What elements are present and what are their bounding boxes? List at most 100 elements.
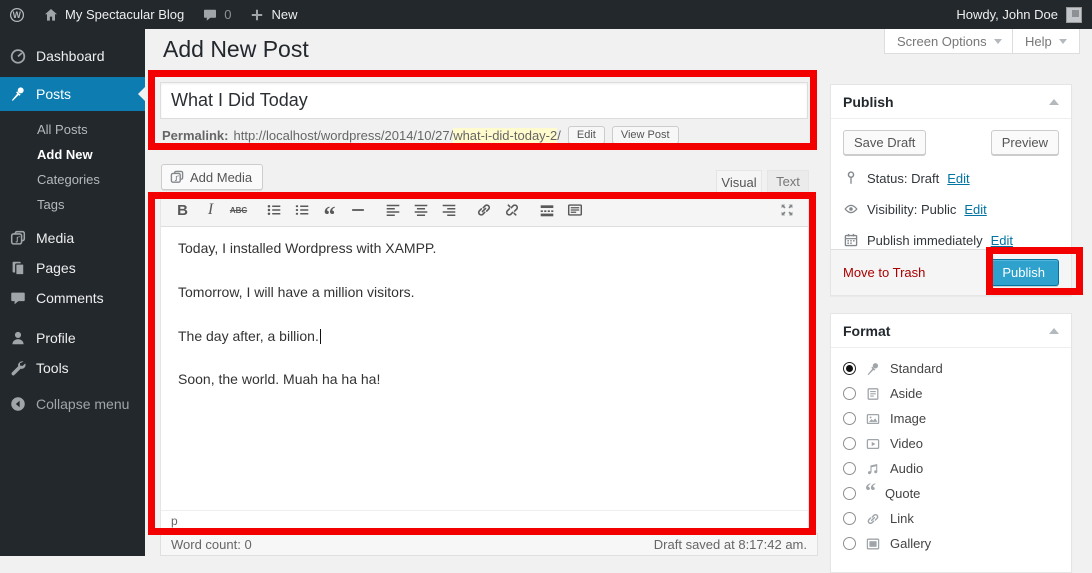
sidebar-item-pages[interactable]: Pages — [0, 253, 145, 283]
strikethrough-button[interactable]: ABC — [225, 198, 252, 223]
radio-unchecked[interactable] — [843, 512, 856, 525]
toolbar-toggle-button[interactable] — [561, 198, 588, 223]
italic-button[interactable]: I — [197, 198, 224, 223]
blockquote-button[interactable]: “ — [316, 198, 343, 223]
edit-permalink-button[interactable]: Edit — [568, 126, 605, 144]
radio-unchecked[interactable] — [843, 487, 856, 500]
format-box-header[interactable]: Format — [831, 314, 1071, 348]
sidebar-item-label: Pages — [36, 260, 76, 276]
visibility-row: Visibility: Public Edit — [843, 201, 1059, 217]
autosave-message: Draft saved at 8:17:42 am. — [654, 537, 807, 552]
remove-link-button[interactable] — [498, 198, 525, 223]
radio-unchecked[interactable] — [843, 387, 856, 400]
sidebar-item-posts[interactable]: Posts — [0, 77, 145, 111]
site-name-link[interactable]: My Spectacular Blog — [34, 0, 193, 29]
align-right-button[interactable] — [435, 198, 462, 223]
align-left-button[interactable] — [379, 198, 406, 223]
sidebar-item-tags[interactable]: Tags — [0, 192, 145, 217]
radio-unchecked[interactable] — [843, 412, 856, 425]
horizontal-rule-button[interactable] — [344, 198, 371, 223]
comments-icon — [9, 289, 27, 307]
radio-checked[interactable] — [843, 362, 856, 375]
edit-visibility-link[interactable]: Edit — [964, 202, 986, 217]
comments-counter[interactable]: 0 — [193, 0, 240, 29]
sidebar-item-all-posts[interactable]: All Posts — [0, 117, 145, 142]
format-option-quote[interactable]: “ Quote — [843, 481, 1059, 506]
status-pin-icon — [843, 170, 859, 186]
paragraph: Today, I installed Wordpress with XAMPP. — [178, 240, 791, 257]
publish-box: Publish Save Draft Preview Status: Draft… — [830, 84, 1072, 296]
avatar[interactable] — [1066, 7, 1082, 23]
new-content-menu[interactable]: New — [240, 0, 306, 29]
element-path[interactable]: p — [161, 510, 808, 532]
editor-content[interactable]: Today, I installed Wordpress with XAMPP.… — [161, 227, 808, 510]
format-option-label: Aside — [890, 386, 923, 401]
wordpress-logo-menu[interactable]: W — [0, 0, 34, 29]
chevron-down-icon — [1059, 39, 1067, 44]
chevron-down-icon — [994, 39, 1002, 44]
howdy-account-link[interactable]: Howdy, John Doe — [956, 0, 1058, 29]
sidebar-item-label: Profile — [36, 330, 76, 346]
publish-box-header[interactable]: Publish — [831, 85, 1071, 119]
page-title: Add New Post — [163, 36, 309, 63]
wordpress-logo-icon: W — [9, 7, 25, 23]
format-option-label: Standard — [890, 361, 943, 376]
tab-visual[interactable]: Visual — [716, 170, 762, 193]
preview-button[interactable]: Preview — [991, 130, 1059, 155]
sidebar-item-tools[interactable]: Tools — [0, 353, 145, 383]
more-tag-button[interactable] — [533, 198, 560, 223]
video-icon — [865, 436, 881, 452]
edit-schedule-link[interactable]: Edit — [991, 233, 1013, 248]
admin-menu: Dashboard Posts All Posts Add New Catego… — [0, 29, 145, 556]
permalink-label: Permalink: — [162, 128, 228, 143]
format-option-label: Audio — [890, 461, 923, 476]
format-option-label: Image — [890, 411, 926, 426]
move-to-trash-link[interactable]: Move to Trash — [843, 265, 925, 280]
comment-bubble-icon — [202, 7, 218, 23]
help-tab[interactable]: Help — [1012, 29, 1080, 54]
wrench-icon — [9, 359, 27, 377]
radio-unchecked[interactable] — [843, 437, 856, 450]
status-text: Status: Draft — [867, 171, 939, 186]
numbered-list-button[interactable] — [288, 198, 315, 223]
radio-unchecked[interactable] — [843, 537, 856, 550]
status-row: Status: Draft Edit — [843, 170, 1059, 186]
tab-text[interactable]: Text — [767, 170, 809, 193]
add-media-label: Add Media — [190, 170, 252, 185]
publish-button[interactable]: Publish — [988, 259, 1059, 286]
edit-status-link[interactable]: Edit — [947, 171, 969, 186]
insert-link-button[interactable] — [470, 198, 497, 223]
sidebar-item-comments[interactable]: Comments — [0, 283, 145, 313]
format-option-link[interactable]: Link — [843, 506, 1059, 531]
format-option-image[interactable]: Image — [843, 406, 1059, 431]
post-title-input[interactable]: What I Did Today — [160, 82, 808, 119]
sidebar-item-label: Dashboard — [36, 48, 105, 64]
format-option-video[interactable]: Video — [843, 431, 1059, 456]
align-center-button[interactable] — [407, 198, 434, 223]
radio-unchecked[interactable] — [843, 462, 856, 475]
sidebar-item-categories[interactable]: Categories — [0, 167, 145, 192]
sidebar-item-collapse-menu[interactable]: Collapse menu — [0, 389, 145, 419]
sidebar-item-add-new[interactable]: Add New — [0, 142, 145, 167]
sidebar-item-dashboard[interactable]: Dashboard — [0, 39, 145, 73]
bullet-list-button[interactable] — [260, 198, 287, 223]
format-option-aside[interactable]: Aside — [843, 381, 1059, 406]
posts-submenu: All Posts Add New Categories Tags — [0, 111, 145, 223]
add-media-button[interactable]: Add Media — [161, 164, 263, 190]
format-option-gallery[interactable]: Gallery — [843, 531, 1059, 556]
fullscreen-button[interactable] — [773, 198, 800, 223]
save-draft-button[interactable]: Save Draft — [843, 130, 926, 155]
format-option-label: Gallery — [890, 536, 931, 551]
help-label: Help — [1025, 34, 1052, 49]
collapse-toggle-icon[interactable] — [1049, 99, 1059, 105]
pages-icon — [9, 259, 27, 277]
permalink-base: http://localhost/wordpress/2014/10/27/ — [233, 128, 453, 143]
collapse-toggle-icon[interactable] — [1049, 328, 1059, 334]
format-option-standard[interactable]: Standard — [843, 356, 1059, 381]
sidebar-item-profile[interactable]: Profile — [0, 323, 145, 353]
schedule-text: Publish immediately — [867, 233, 983, 248]
screen-options-tab[interactable]: Screen Options — [884, 29, 1015, 54]
bold-button[interactable]: B — [169, 198, 196, 223]
view-post-button[interactable]: View Post — [612, 126, 679, 144]
sidebar-item-media[interactable]: Media — [0, 223, 145, 253]
